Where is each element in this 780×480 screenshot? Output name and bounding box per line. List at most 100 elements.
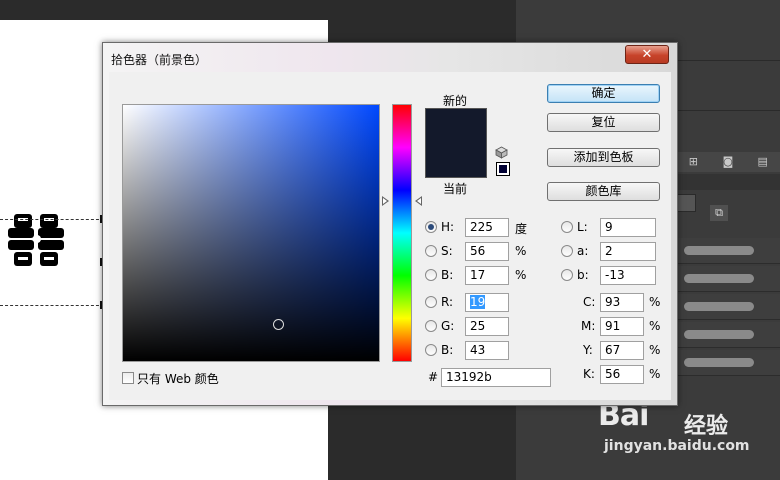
brightness-label: B: [441, 268, 454, 282]
rgb-b-row: B: 43 [425, 341, 525, 360]
h-unit: 度 [515, 222, 528, 236]
hsb-b-row: B: 17 % [425, 266, 545, 285]
brightness-radio[interactable] [425, 269, 437, 281]
s-radio[interactable] [425, 245, 437, 257]
web-colors-only-checkbox[interactable] [122, 372, 134, 384]
current-color-swatch[interactable] [425, 144, 487, 178]
saturation-brightness-field[interactable] [122, 104, 380, 362]
dialog-body: 新的 当前 确定 复位 添加到色板 颜色库 H: 225 度 S: 56 % B… [109, 72, 671, 400]
new-color-swatch [425, 108, 487, 144]
layers-toolbar: ⊞ ◙ ▤ [676, 152, 780, 172]
guide-line-top [0, 219, 104, 220]
r-radio[interactable] [425, 296, 437, 308]
hex-input[interactable]: 13192b [441, 368, 551, 387]
brightness-input[interactable]: 17 [465, 266, 509, 285]
brush-preset[interactable] [676, 350, 780, 376]
hsb-h-row: H: 225 度 [425, 218, 545, 237]
r-label: R: [441, 295, 454, 309]
brightness-unit: % [515, 268, 527, 282]
out-of-gamut-cube-icon[interactable] [495, 146, 508, 159]
brush-preset[interactable] [676, 238, 780, 264]
blue-label: B: [441, 343, 454, 357]
websafe-color-chip[interactable] [496, 162, 510, 176]
cmyk-m-row: M: 91 % [561, 317, 671, 336]
a-radio[interactable] [561, 245, 573, 257]
h-radio[interactable] [425, 221, 437, 233]
ok-button[interactable]: 确定 [547, 84, 660, 103]
dialog-titlebar[interactable]: 拾色器（前景色） ✕ [103, 43, 677, 71]
add-to-swatches-button[interactable]: 添加到色板 [547, 148, 660, 167]
color-libraries-button[interactable]: 颜色库 [547, 182, 660, 201]
guide-line-bottom [0, 305, 104, 306]
blue-radio[interactable] [425, 344, 437, 356]
lab-l-row: L: 9 [561, 218, 661, 237]
s-label: S: [441, 244, 453, 258]
hsb-s-row: S: 56 % [425, 242, 545, 261]
color-picker-dialog: 拾色器（前景色） ✕ 新的 当前 确定 复位 添加到色板 颜色库 H: 225 [102, 42, 678, 406]
h-input[interactable]: 225 [465, 218, 509, 237]
new-color-label: 新的 [443, 94, 468, 108]
camera-icon[interactable]: ◙ [721, 156, 735, 168]
web-colors-only-label: 只有 Web 颜色 [137, 372, 219, 386]
close-icon: ✕ [641, 47, 653, 62]
c-label: C: [583, 295, 596, 309]
s-input[interactable]: 56 [465, 242, 509, 261]
reset-button[interactable]: 复位 [547, 113, 660, 132]
m-input[interactable]: 91 [600, 317, 644, 336]
k-label: K: [583, 367, 595, 381]
canvas-logo-artwork [8, 214, 64, 266]
lab-b-row: b: -13 [561, 266, 661, 285]
current-color-label: 当前 [443, 182, 468, 196]
a-input[interactable]: 2 [600, 242, 656, 261]
c-unit: % [649, 295, 661, 309]
rgb-r-row: R: 19 [425, 293, 525, 312]
m-unit: % [649, 319, 661, 333]
websafe-color-fill [499, 165, 507, 173]
m-label: M: [581, 319, 596, 333]
l-label: L: [577, 220, 588, 234]
k-input[interactable]: 56 [600, 365, 644, 384]
hex-row: # 13192b [425, 368, 555, 387]
watermark-logo-suffix: 经验 [684, 414, 729, 439]
layer-link-icon[interactable]: ⧉ [710, 205, 728, 221]
trash-icon[interactable]: ▤ [756, 156, 770, 168]
y-input[interactable]: 67 [600, 341, 644, 360]
brush-preset[interactable] [676, 266, 780, 292]
lab-b-radio[interactable] [561, 269, 573, 281]
s-unit: % [515, 244, 527, 258]
k-unit: % [649, 367, 661, 381]
c-input[interactable]: 93 [600, 293, 644, 312]
color-picker-cursor[interactable] [273, 319, 284, 330]
l-radio[interactable] [561, 221, 573, 233]
l-input[interactable]: 9 [600, 218, 656, 237]
g-radio[interactable] [425, 320, 437, 332]
blue-input[interactable]: 43 [465, 341, 509, 360]
lab-a-row: a: 2 [561, 242, 661, 261]
hue-slider-left-handle[interactable] [382, 196, 389, 206]
lab-b-label: b: [577, 268, 589, 282]
g-label: G: [441, 319, 455, 333]
r-input[interactable]: 19 [465, 293, 509, 312]
close-button[interactable]: ✕ [625, 45, 669, 64]
watermark-url: jingyan.baidu.com [604, 438, 750, 454]
new-layer-icon[interactable]: ⊞ [686, 156, 700, 168]
brush-preset[interactable] [676, 322, 780, 348]
panel-header [676, 174, 780, 190]
hex-label: # [428, 370, 439, 384]
y-unit: % [649, 343, 661, 357]
r-input-selection: 19 [470, 295, 486, 309]
y-label: Y: [583, 343, 593, 357]
h-label: H: [441, 220, 455, 234]
dialog-title: 拾色器（前景色） [111, 53, 208, 67]
hue-slider-right-handle[interactable] [415, 196, 422, 206]
cmyk-y-row: Y: 67 % [561, 341, 671, 360]
layer-thumbnail[interactable] [676, 194, 696, 212]
lab-b-input[interactable]: -13 [600, 266, 656, 285]
hue-slider[interactable] [392, 104, 412, 362]
a-label: a: [577, 244, 589, 258]
brush-preset[interactable] [676, 294, 780, 320]
cmyk-c-row: C: 93 % [561, 293, 671, 312]
rgb-g-row: G: 25 [425, 317, 525, 336]
g-input[interactable]: 25 [465, 317, 509, 336]
cmyk-k-row: K: 56 % [561, 365, 671, 384]
